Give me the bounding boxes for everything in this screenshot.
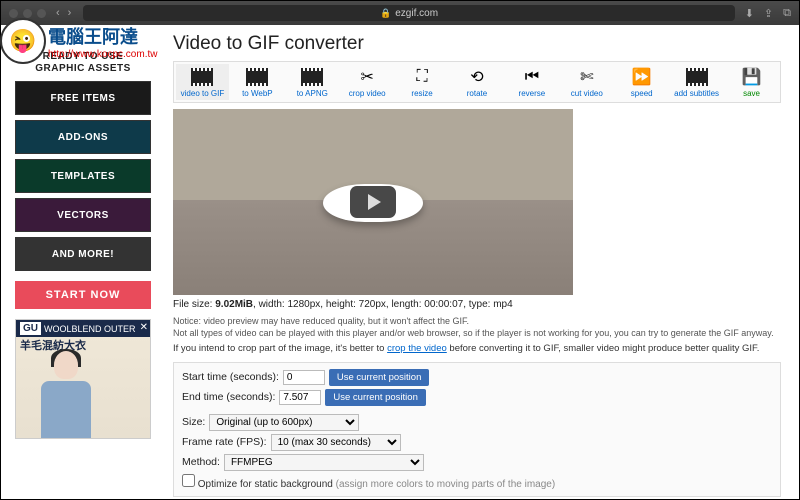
tab-crop[interactable]: ✂crop video <box>341 64 394 100</box>
film-icon <box>685 66 709 88</box>
speed-icon: ⏩ <box>630 66 654 88</box>
method-select[interactable]: FFMPEG <box>224 454 424 471</box>
method-label: Method: <box>182 456 220 468</box>
tab-cut[interactable]: ✄cut video <box>560 64 613 100</box>
watermark-avatar-icon: 😜 <box>0 18 46 64</box>
address-bar[interactable]: 🔒 ezgif.com <box>83 5 734 21</box>
start-time-label: Start time (seconds): <box>182 371 279 383</box>
notice-text: Notice: video preview may have reduced q… <box>173 316 781 339</box>
save-icon: 💾 <box>740 66 764 88</box>
sidebar-item-templates[interactable]: TEMPLATES <box>15 159 151 193</box>
tip-text: If you intend to crop part of the image,… <box>173 343 781 355</box>
film-icon <box>300 66 324 88</box>
tab-speed[interactable]: ⏩speed <box>615 64 668 100</box>
play-icon <box>368 194 381 210</box>
tabs-icon[interactable]: ⧉ <box>783 7 791 20</box>
file-info: File size: 9.02MiB, width: 1280px, heigh… <box>173 299 781 310</box>
sidebar: READY TO USE GRAPHIC ASSETS FREE ITEMS A… <box>1 25 165 499</box>
end-time-label: End time (seconds): <box>182 391 275 403</box>
main-content: Video to GIF converter video to GIF to W… <box>165 25 799 499</box>
rotate-icon: ⟲ <box>465 66 489 88</box>
sidebar-item-more[interactable]: AND MORE! <box>15 237 151 271</box>
window-controls[interactable] <box>9 9 46 18</box>
start-time-input[interactable] <box>283 370 325 385</box>
watermark-url: http://www.kocpc.com.tw <box>48 49 157 60</box>
optimize-hint: (assign more colors to moving parts of t… <box>333 479 555 490</box>
size-label: Size: <box>182 416 205 428</box>
ad-brand: GU <box>20 322 41 335</box>
watermark: 😜 電腦王阿達 http://www.kocpc.com.tw <box>0 18 157 64</box>
sidebar-item-vectors[interactable]: VECTORS <box>15 198 151 232</box>
play-button[interactable] <box>350 186 396 218</box>
share-icon[interactable]: ⇪ <box>764 7 773 20</box>
tab-rotate[interactable]: ⟲rotate <box>451 64 504 100</box>
start-now-button[interactable]: START NOW <box>15 281 151 309</box>
scissors-icon: ✄ <box>575 66 599 88</box>
sidebar-item-free[interactable]: FREE ITEMS <box>15 81 151 115</box>
tab-video-to-gif[interactable]: video to GIF <box>176 64 229 100</box>
ad-text-cn: 羊毛混紡大衣 <box>16 337 150 353</box>
optimize-label: Optimize for static background <box>198 479 333 490</box>
size-select[interactable]: Original (up to 600px) <box>209 414 359 431</box>
tab-resize[interactable]: ⛶resize <box>396 64 449 100</box>
optimize-checkbox[interactable] <box>182 474 195 487</box>
tab-to-apng[interactable]: to APNG <box>286 64 339 100</box>
fps-select[interactable]: 10 (max 30 seconds) <box>271 434 401 451</box>
sidebar-item-addons[interactable]: ADD-ONS <box>15 120 151 154</box>
film-icon <box>245 66 269 88</box>
film-icon <box>190 66 214 88</box>
video-preview[interactable] <box>173 109 573 295</box>
watermark-title: 電腦王阿達 <box>48 23 157 49</box>
tab-to-webp[interactable]: to WebP <box>231 64 284 100</box>
tab-save[interactable]: 💾save <box>725 64 778 100</box>
ad-text-en: WOOLBLEND OUTER <box>44 324 136 334</box>
conversion-form: Start time (seconds): Use current positi… <box>173 362 781 497</box>
ad-model-icon <box>36 353 96 438</box>
reverse-icon: ⏮ <box>520 66 544 88</box>
toolbar: video to GIF to WebP to APNG ✂crop video… <box>173 61 781 103</box>
use-position-end-button[interactable]: Use current position <box>325 389 425 406</box>
fps-label: Frame rate (FPS): <box>182 436 267 448</box>
url-text: ezgif.com <box>395 8 438 19</box>
download-icon[interactable]: ⬇ <box>745 7 754 20</box>
ad-close-icon[interactable]: ✕ <box>140 322 148 333</box>
ad-banner[interactable]: GU WOOLBLEND OUTER 羊毛混紡大衣 ✕ <box>15 319 151 439</box>
tab-reverse[interactable]: ⏮reverse <box>505 64 558 100</box>
tab-subtitles[interactable]: add subtitles <box>670 64 723 100</box>
lock-icon: 🔒 <box>380 8 391 19</box>
use-position-start-button[interactable]: Use current position <box>329 369 429 386</box>
resize-icon: ⛶ <box>410 66 434 88</box>
crop-icon: ✂ <box>355 66 379 88</box>
end-time-input[interactable] <box>279 390 321 405</box>
page-title: Video to GIF converter <box>173 33 781 55</box>
crop-video-link[interactable]: crop the video <box>387 343 447 354</box>
